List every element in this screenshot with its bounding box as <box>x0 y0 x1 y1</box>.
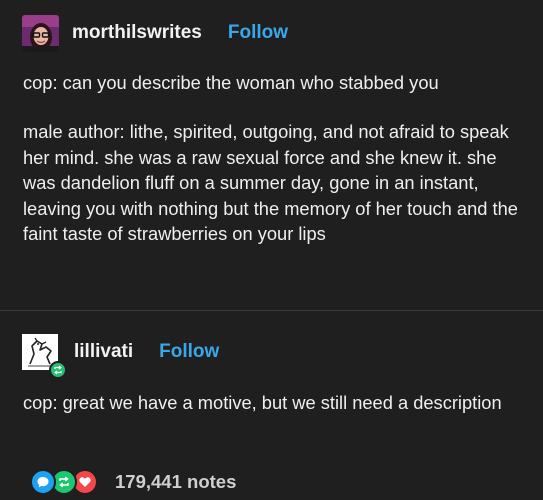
follow-button[interactable]: Follow <box>228 22 288 44</box>
post-text-line-1: cop: can you describe the woman who stab… <box>23 72 439 93</box>
author-username[interactable]: morthilswrites <box>72 22 202 44</box>
notes-count[interactable]: 179,441 notes <box>115 471 236 493</box>
avatar-woman-glasses-icon <box>22 14 59 52</box>
reblog-text: cop: great we have a motive, but we stil… <box>23 392 502 413</box>
post-text-line-2: male author: lithe, spirited, outgoing, … <box>23 121 518 244</box>
post-header: morthilswrites Follow <box>22 11 288 55</box>
reblog-header: lillivati Follow <box>22 332 219 379</box>
tumblr-post: morthilswrites Follow cop: can you descr… <box>0 0 543 500</box>
notes-bar[interactable]: 179,441 notes <box>30 468 236 496</box>
author-avatar[interactable] <box>22 14 59 52</box>
reblog-author-username[interactable]: lillivati <box>74 341 133 363</box>
comment-icon <box>30 469 56 495</box>
reblog-follow-button[interactable]: Follow <box>159 341 219 363</box>
reblog-badge-icon <box>49 361 67 379</box>
reblog-divider <box>0 310 543 311</box>
reblog-author-avatar[interactable] <box>22 334 67 379</box>
